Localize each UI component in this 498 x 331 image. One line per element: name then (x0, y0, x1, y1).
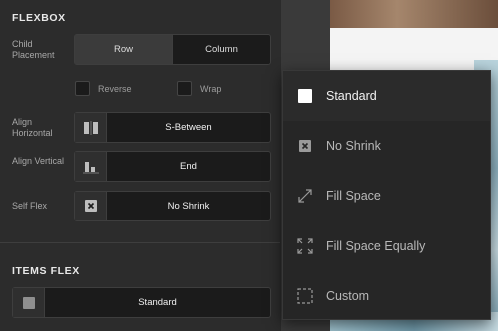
items-flex-dropdown[interactable]: Standard (12, 287, 271, 318)
items-flex-section-title: ITEMS FLEX (12, 265, 80, 277)
menu-item-custom[interactable]: Custom (283, 271, 490, 321)
standard-square-icon (13, 288, 45, 317)
align-horizontal-value: S-Between (165, 122, 212, 133)
align-horizontal-label: Align Horizontal (12, 117, 53, 138)
self-flex-label: Self Flex (12, 201, 48, 211)
reverse-checkbox[interactable] (75, 81, 90, 96)
menu-item-standard[interactable]: Standard (283, 71, 490, 121)
flexbox-section-title: FLEXBOX (12, 12, 66, 24)
self-flex-dropdown[interactable]: No Shrink (74, 191, 271, 221)
child-placement-label: Child Placement (12, 39, 55, 60)
no-shrink-icon (297, 138, 313, 154)
section-divider (0, 242, 280, 243)
wrap-checkbox[interactable] (177, 81, 192, 96)
menu-item-label: Standard (326, 89, 377, 103)
menu-item-no-shrink[interactable]: No Shrink (283, 121, 490, 171)
canvas-image-top (330, 0, 498, 28)
wrap-label: Wrap (200, 84, 222, 94)
align-horizontal-dropdown[interactable]: S-Between (74, 112, 271, 143)
reverse-label: Reverse (98, 84, 132, 94)
space-between-icon (75, 113, 107, 142)
align-vertical-value: End (180, 161, 197, 172)
align-vertical-dropdown[interactable]: End (74, 151, 271, 182)
no-shrink-icon (75, 192, 107, 220)
white-square-icon (297, 88, 313, 104)
menu-item-label: Fill Space Equally (326, 239, 426, 253)
flexbox-properties-panel: FLEXBOX Child Placement Row Column Rever… (0, 0, 280, 331)
menu-item-fill-space[interactable]: Fill Space (283, 171, 490, 221)
menu-item-label: Custom (326, 289, 370, 303)
menu-item-fill-space-equally[interactable]: Fill Space Equally (283, 221, 490, 271)
align-end-icon (75, 152, 107, 181)
self-flex-value: No Shrink (167, 200, 210, 212)
flex-options-menu: Standard No Shrink Fill Space Fill Space… (282, 70, 491, 320)
expand-diagonal-icon (297, 188, 313, 204)
column-option[interactable]: Column (173, 35, 270, 64)
align-vertical-label: Align Vertical (12, 156, 65, 166)
items-flex-value: Standard (138, 297, 177, 308)
child-placement-segmented-control: Row Column (74, 34, 271, 65)
dashed-square-icon (297, 288, 313, 304)
menu-item-label: Fill Space (326, 189, 381, 203)
menu-item-label: No Shrink (326, 139, 381, 153)
row-option[interactable]: Row (75, 35, 173, 64)
expand-corners-icon (297, 238, 313, 254)
